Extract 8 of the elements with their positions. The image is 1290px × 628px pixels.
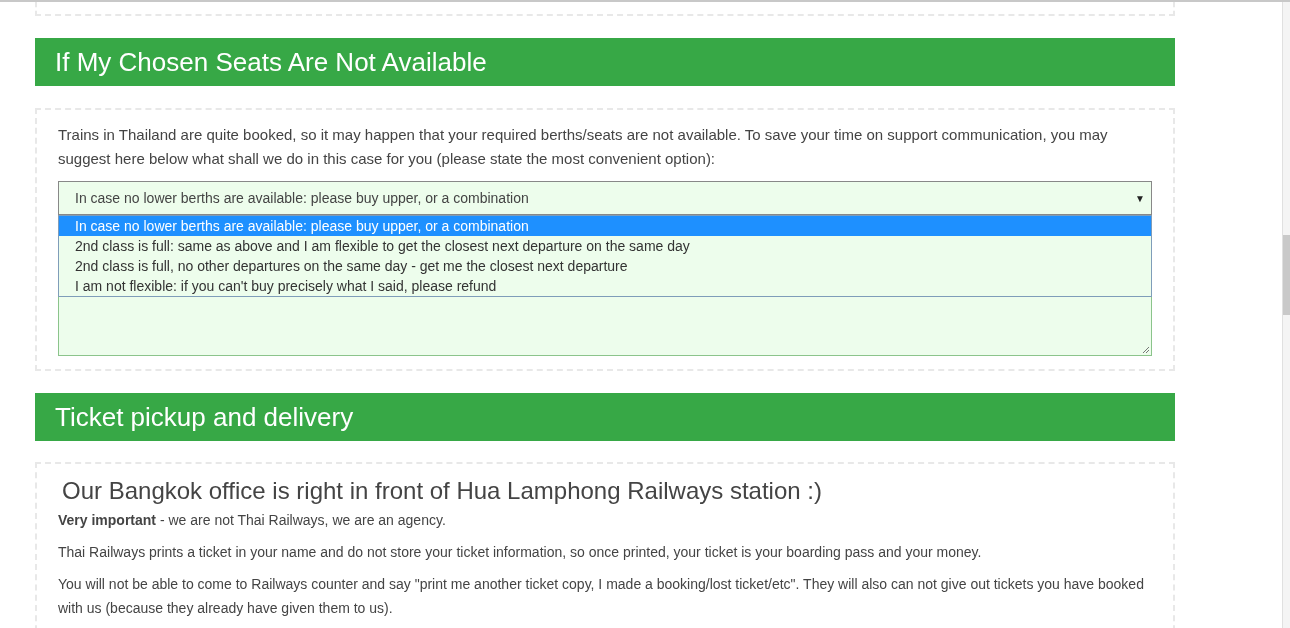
section-title: Ticket pickup and delivery [55, 404, 354, 430]
intro-text: Trains in Thailand are quite booked, so it may happen that your required berths/seats are not available. To save your time on support communication, you may suggest here below what shall we do in this case for you (please state the most convenient option): [58, 125, 1109, 169]
section-title: If My Chosen Seats Are Not Available [55, 49, 487, 75]
subtitle: Our Bangkok office is right in front of Hua Lamphong Railways station :) [61, 476, 823, 506]
paragraph: Thai Railways prints a ticket in your name and do not store your ticket information, so once printed, your ticket is your boarding pass and your money. [58, 543, 983, 562]
paragraph: You will not be able to come to Railways counter and say "print me another ticket copy, I made a booking/lost ticket/etc". They will also can not give out tickets you have booked with us (because they already have given them to us). [58, 575, 1145, 618]
caret-icon: ▼ [1135, 190, 1145, 206]
paragraph: Very important - we are not Thai Railways, we are an agency. [58, 511, 447, 530]
